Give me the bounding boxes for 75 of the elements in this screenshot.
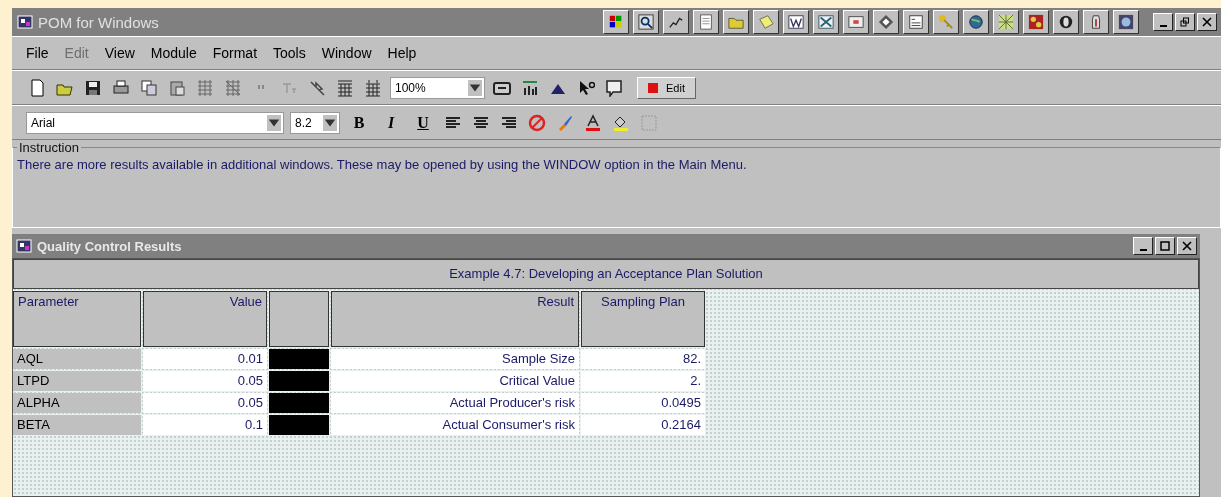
column-header: Sampling Plan <box>581 291 705 347</box>
menu-item[interactable]: Window <box>321 45 372 61</box>
child-window-title: Quality Control Results <box>37 238 183 254</box>
table-cell: Sample Size <box>331 349 579 369</box>
menu-item[interactable]: Format <box>212 45 258 61</box>
column-header: Value <box>143 291 267 347</box>
table-caption: Example 4.7: Developing an Acceptance Plan Solution <box>13 259 1199 289</box>
grid-icon[interactable] <box>603 10 629 34</box>
screen-icon[interactable] <box>843 10 869 34</box>
folder-icon[interactable] <box>723 10 749 34</box>
filled-cell <box>269 371 329 391</box>
document-icon[interactable] <box>693 10 719 34</box>
bottle-icon[interactable] <box>1083 10 1109 34</box>
filled-cell <box>269 349 329 369</box>
restore-icon <box>1180 17 1190 27</box>
table-cell: BETA <box>13 415 141 435</box>
app-icon <box>15 237 33 255</box>
close-icon <box>1202 17 1212 27</box>
magnifier-icon[interactable] <box>633 10 659 34</box>
table-cell: LTPD <box>13 371 141 391</box>
table-cell: ALPHA <box>13 393 141 413</box>
maximize-button[interactable] <box>1155 237 1175 255</box>
table-cell: Actual Consumer's risk <box>331 415 579 435</box>
font-dropdown[interactable]: Arial <box>26 111 284 134</box>
key-icon[interactable] <box>933 10 959 34</box>
table-cell: 2. <box>581 371 705 391</box>
filled-cell <box>269 393 329 413</box>
word-icon[interactable] <box>783 10 809 34</box>
table-cell: 82. <box>581 349 705 369</box>
font-size-dropdown[interactable]: 8.2 <box>290 111 340 134</box>
column-header: Result <box>331 291 579 347</box>
minimize-button[interactable] <box>1133 237 1153 255</box>
style-button[interactable]: I <box>378 111 404 134</box>
square-icon <box>648 82 658 93</box>
style-button[interactable]: U <box>410 111 436 134</box>
table-cell: 0.2164 <box>581 415 705 435</box>
cross-sheet-icon[interactable] <box>813 10 839 34</box>
menu-item[interactable]: Module <box>150 45 197 61</box>
lattice-icon[interactable] <box>993 10 1019 34</box>
filled-cell <box>269 415 329 435</box>
note-icon[interactable] <box>753 10 779 34</box>
table-cell: Critical Value <box>331 371 579 391</box>
table-cell: 0.05 <box>143 371 267 391</box>
edit-button[interactable]: Edit <box>637 76 696 99</box>
app-icon <box>16 13 34 31</box>
minimize-button[interactable] <box>1153 13 1173 31</box>
line-graph-icon[interactable] <box>663 10 689 34</box>
restore-button[interactable] <box>1175 13 1195 31</box>
menu-item[interactable]: File <box>26 45 49 61</box>
column-header: Parameter <box>13 291 141 347</box>
table-cell: 0.01 <box>143 349 267 369</box>
maximize-icon <box>1160 241 1170 251</box>
instruction-text: There are more results available in additional windows. These may be opened by using the WINDOW option in the Main Menu. <box>17 157 747 172</box>
table-cell: 0.05 <box>143 393 267 413</box>
instruction-legend: Instruction <box>17 140 81 155</box>
table-cell: 0.0495 <box>581 393 705 413</box>
table-cell: 0.1 <box>143 415 267 435</box>
style-button[interactable]: B <box>346 111 372 134</box>
pattern-icon[interactable] <box>1023 10 1049 34</box>
table-cell: AQL <box>13 349 141 369</box>
column-header <box>269 291 329 347</box>
minimize-icon <box>1159 25 1167 27</box>
globe-icon[interactable] <box>963 10 989 34</box>
close-button[interactable] <box>1177 237 1197 255</box>
menu-item[interactable]: Tools <box>273 45 306 61</box>
menu-item[interactable]: View <box>104 45 135 61</box>
window-title: POM for Windows <box>38 13 160 31</box>
menu-item[interactable]: Help <box>387 45 417 61</box>
minimize-icon <box>1139 249 1147 251</box>
close-button[interactable] <box>1197 13 1217 31</box>
table-cell: Actual Producer's risk <box>331 393 579 413</box>
form-icon[interactable] <box>903 10 929 34</box>
ring-icon[interactable] <box>1053 10 1079 34</box>
close-icon <box>1182 241 1192 251</box>
zoom-dropdown[interactable]: 100% <box>390 76 485 99</box>
